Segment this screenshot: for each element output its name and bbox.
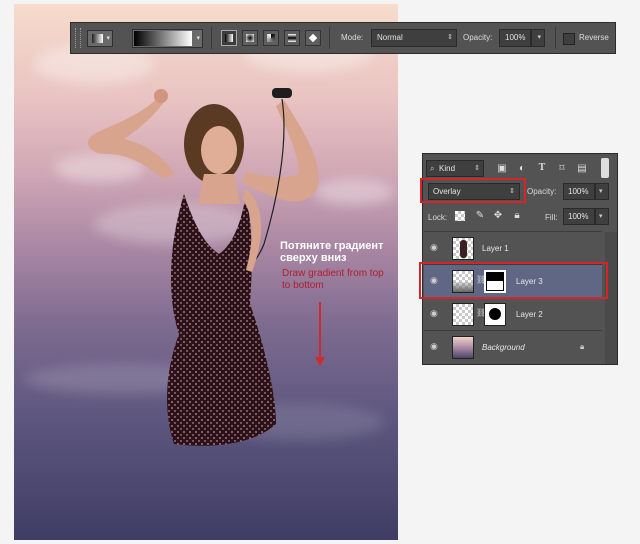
updown-arrows-icon: ⇕: [474, 165, 480, 172]
layer-mask-thumbnail[interactable]: [484, 303, 506, 326]
down-arrow-line: [319, 302, 321, 360]
fill-slider-toggle[interactable]: ▾: [595, 208, 609, 225]
reflected-gradient-button[interactable]: [284, 30, 300, 46]
layer-3-highlight: [419, 262, 608, 299]
chevron-down-icon: ▾: [106, 35, 110, 42]
shape-filter-icon[interactable]: ⌑: [556, 163, 568, 175]
radial-gradient-button[interactable]: [242, 30, 258, 46]
filter-kind-value: Kind: [439, 164, 456, 173]
layer-row-layer-2[interactable]: ◉ ⛓︎ Layer 2: [424, 297, 602, 330]
opacity-value: 100%: [505, 33, 526, 42]
layer-thumbnail: [452, 303, 474, 326]
layer-name: Layer 2: [516, 310, 543, 319]
lock-pixels-icon[interactable]: ✎: [474, 210, 486, 222]
arrow-down-icon: [315, 357, 325, 366]
layer-row-background[interactable]: ◉ Background 🔒︎: [424, 330, 602, 363]
fill-value: 100%: [568, 212, 589, 221]
mode-select[interactable]: Normal ⇕: [371, 29, 457, 47]
linear-gradient-button[interactable]: [221, 30, 237, 46]
search-icon: ⌕: [430, 164, 435, 173]
gradient-options-bar: ▾ ▾ Mode: Normal ⇕ Opacity: 100% ▾ Rever…: [70, 22, 616, 54]
layer-name: Background: [482, 343, 525, 352]
reverse-label: Reverse: [579, 33, 609, 42]
mode-label: Mode:: [341, 33, 364, 42]
instruction-english: Draw gradient from top to bottom: [282, 268, 384, 291]
angle-gradient-button[interactable]: [263, 30, 279, 46]
filter-toggle[interactable]: [601, 158, 609, 178]
layer-opacity-label: Opacity:: [527, 187, 557, 196]
layer-thumbnail: [452, 237, 474, 260]
instruction-russian: Потяните градиент сверху вниз: [280, 240, 384, 264]
fill-label: Fill:: [545, 213, 558, 222]
lock-position-icon[interactable]: ✥: [492, 210, 504, 222]
layer-opacity-input[interactable]: 100%: [563, 183, 595, 200]
opacity-label: Opacity:: [463, 33, 493, 42]
type-filter-icon[interactable]: T: [536, 162, 548, 174]
chevron-down-icon: ▾: [599, 213, 603, 220]
chevron-down-icon: ▾: [196, 35, 200, 42]
separator: [555, 27, 556, 49]
updown-arrows-icon: ⇕: [447, 34, 453, 41]
eye-icon[interactable]: ◉: [430, 308, 442, 318]
lock-icon: 🔒︎: [580, 342, 585, 351]
fill-input[interactable]: 100%: [563, 208, 595, 225]
eye-icon[interactable]: ◉: [430, 341, 442, 351]
layer-opacity-value: 100%: [568, 187, 589, 196]
chevron-down-icon: ▾: [599, 188, 603, 195]
drag-grip[interactable]: [75, 28, 81, 48]
diamond-gradient-button[interactable]: [305, 30, 321, 46]
eye-icon[interactable]: ◉: [430, 242, 442, 252]
layer-thumbnail: [452, 336, 474, 359]
adjustment-filter-icon[interactable]: ◐: [516, 163, 528, 175]
layer-row-layer-1[interactable]: ◉ Layer 1: [424, 231, 602, 264]
tool-preset-picker[interactable]: ▾: [87, 30, 113, 47]
blend-mode-highlight: [420, 178, 526, 203]
pixel-filter-icon[interactable]: ▣: [496, 163, 508, 175]
layer-opacity-slider-toggle[interactable]: ▾: [595, 183, 609, 200]
filter-kind-select[interactable]: ⌕ Kind ⇕: [426, 160, 484, 177]
gradient-picker[interactable]: ▾: [132, 29, 203, 48]
lock-transparent-icon[interactable]: [455, 211, 465, 221]
layer-name: Layer 1: [482, 244, 509, 253]
lock-all-icon[interactable]: 🔒︎: [511, 210, 523, 222]
smart-object-filter-icon[interactable]: ▤: [576, 163, 588, 175]
lock-label: Lock:: [428, 213, 448, 222]
separator: [329, 27, 330, 49]
reverse-checkbox[interactable]: [563, 33, 575, 45]
opacity-slider-toggle[interactable]: ▾: [531, 29, 545, 47]
separator: [211, 27, 212, 49]
opacity-input[interactable]: 100%: [499, 29, 531, 47]
mode-value: Normal: [377, 33, 403, 42]
chevron-down-icon: ▾: [537, 34, 541, 41]
